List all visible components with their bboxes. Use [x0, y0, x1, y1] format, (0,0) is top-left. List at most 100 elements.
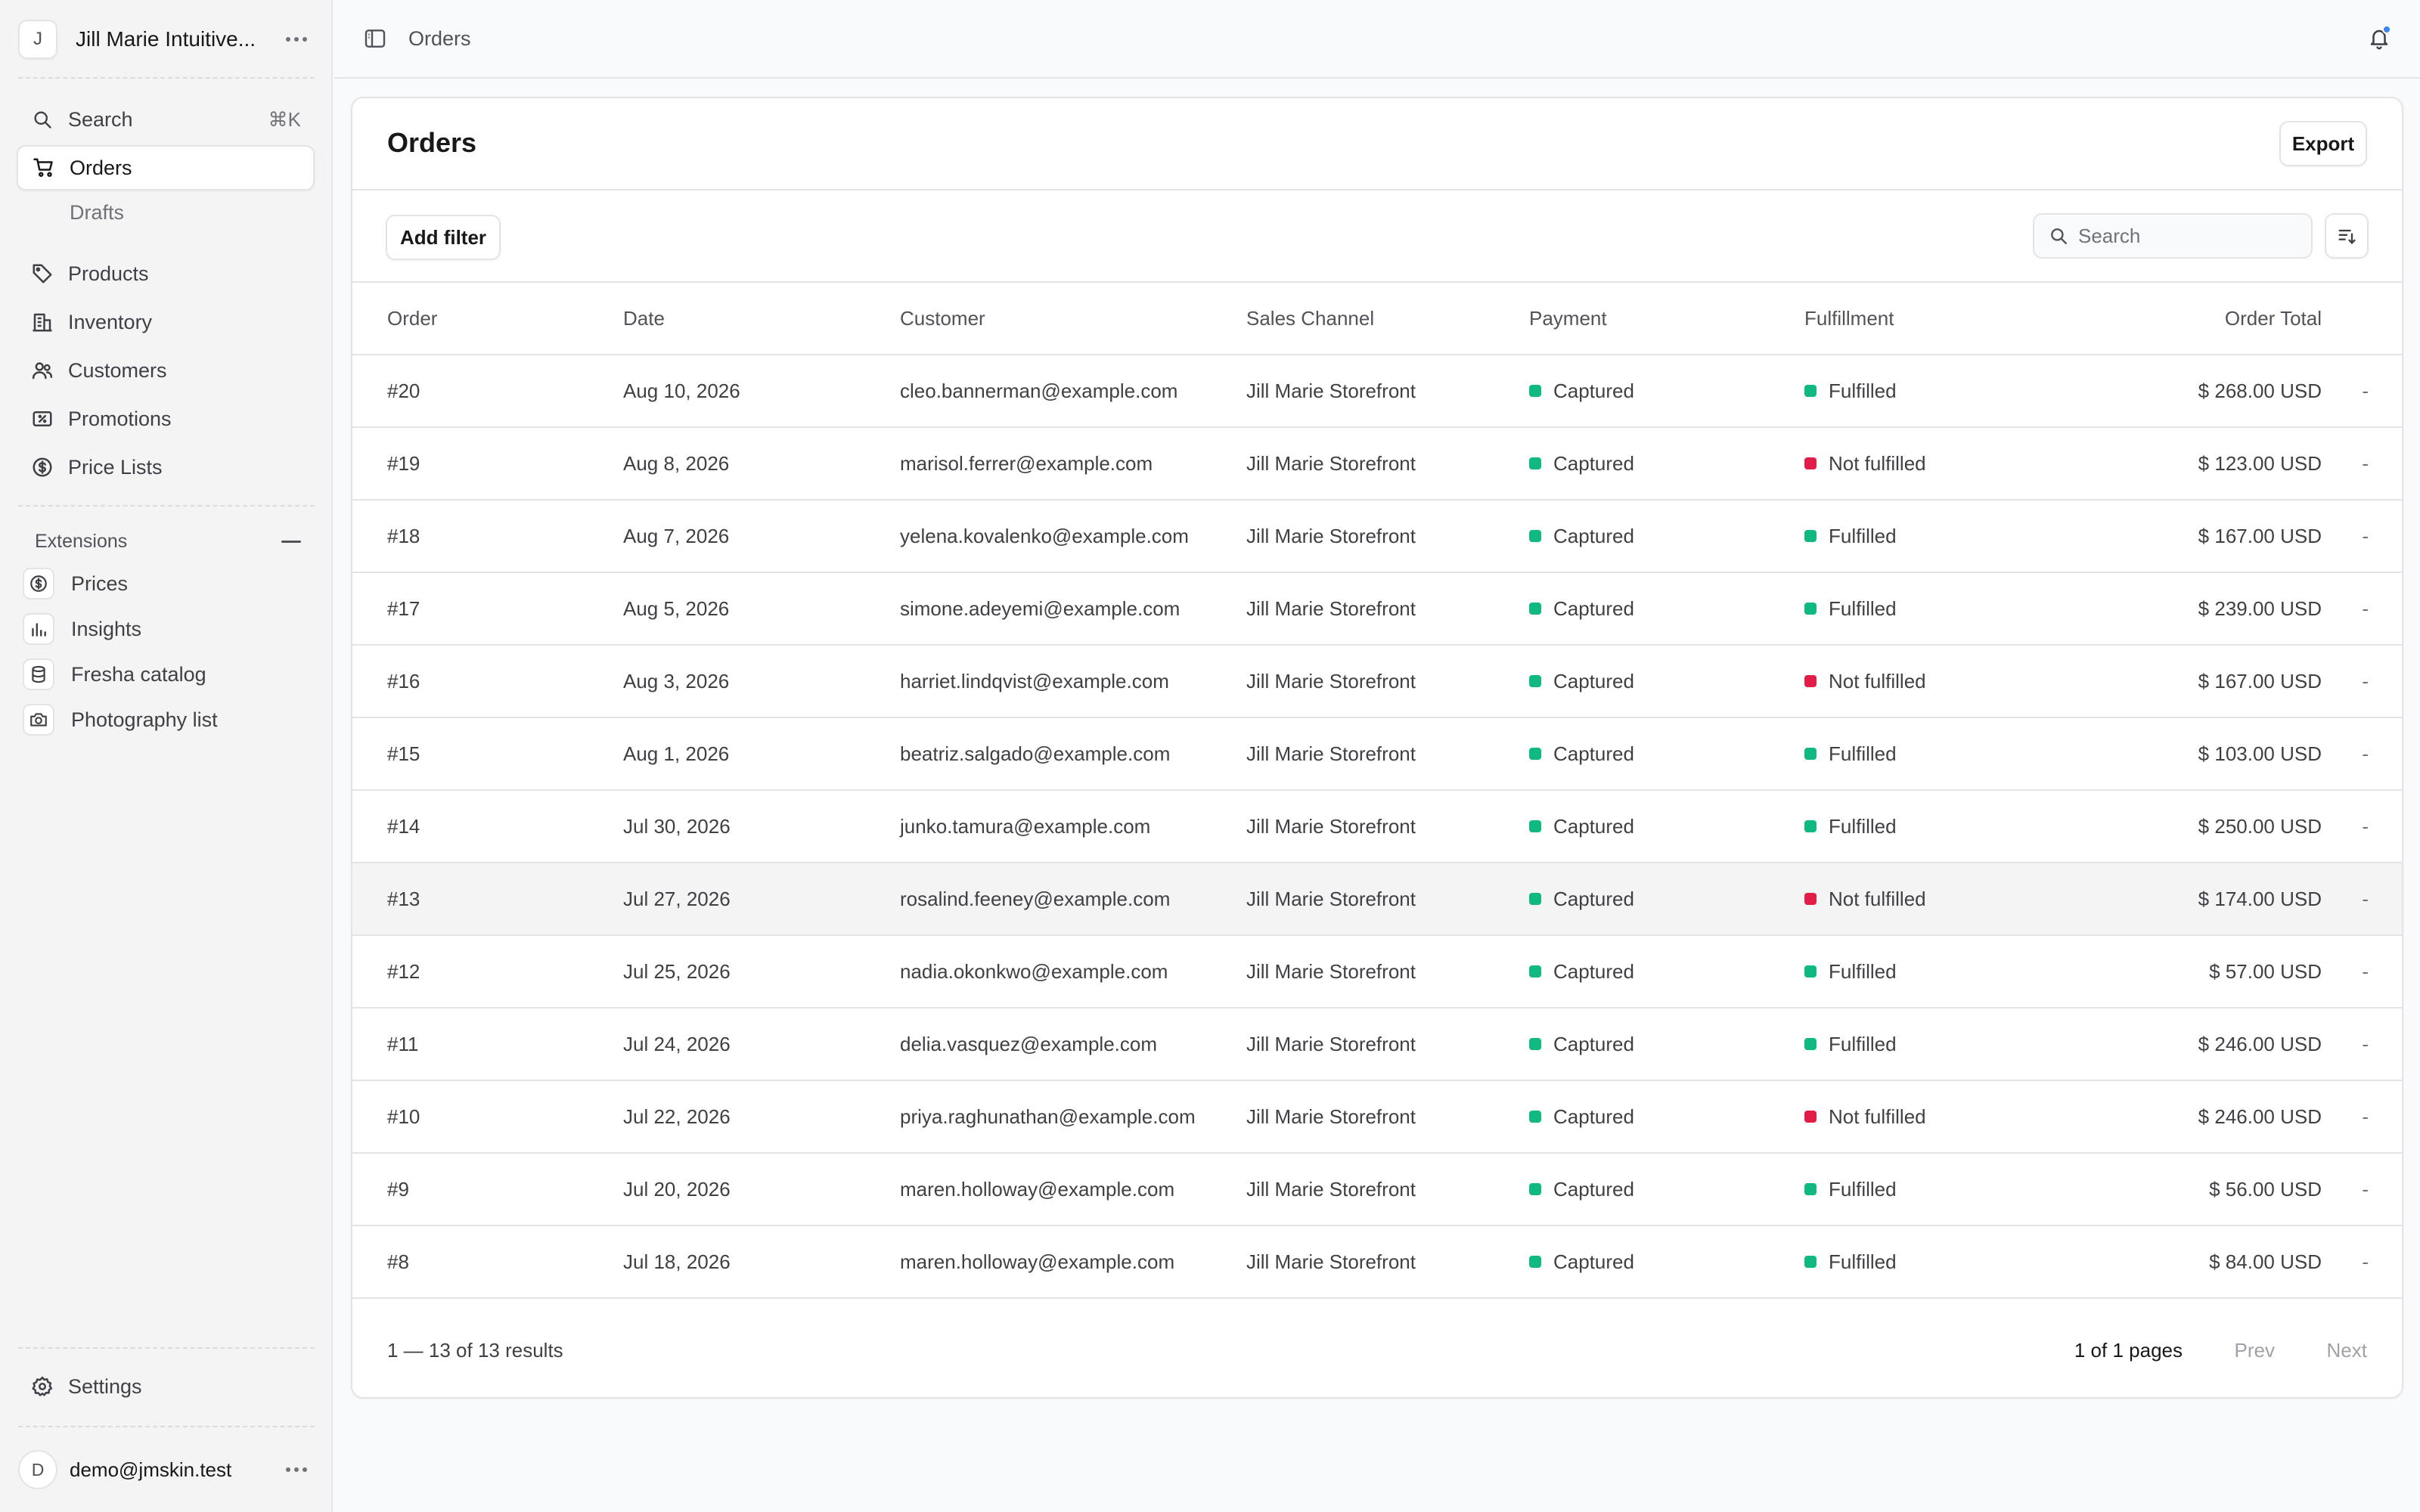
order-date: Aug 5, 2026	[623, 573, 729, 644]
extension-item-prices[interactable]: Prices	[23, 564, 310, 603]
store-menu-button[interactable]	[278, 21, 315, 57]
table-row[interactable]: #10 Jul 22, 2026 priya.raghunathan@example…	[352, 1081, 2402, 1154]
table-row[interactable]: #12 Jul 25, 2026 nadia.okonkwo@example.com…	[352, 936, 2402, 1009]
order-date: Jul 25, 2026	[623, 936, 731, 1007]
building-icon	[27, 307, 57, 337]
sidebar-toggle-icon[interactable]	[360, 23, 390, 54]
order-date: Aug 8, 2026	[623, 428, 729, 499]
table-row[interactable]: #15 Aug 1, 2026 beatriz.salgado@example.co…	[352, 718, 2402, 791]
column-header-order-total[interactable]: Order Total	[2225, 283, 2322, 354]
table-row[interactable]: #8 Jul 18, 2026 maren.holloway@example.com…	[352, 1226, 2402, 1299]
sidebar-item-settings[interactable]: Settings	[17, 1364, 315, 1409]
order-total-text: $ 174.00 USD	[2198, 887, 2322, 910]
table-row[interactable]: #17 Aug 5, 2026 simone.adeyemi@example.com…	[352, 573, 2402, 646]
sidebar-divider	[18, 505, 315, 507]
order-total-text: $ 167.00 USD	[2198, 669, 2322, 692]
notifications-button[interactable]	[2361, 20, 2397, 57]
prev-page-button[interactable]: Prev	[2235, 1302, 2275, 1397]
column-header-order[interactable]: Order	[387, 283, 437, 354]
collapse-icon[interactable]	[281, 540, 301, 543]
search-input[interactable]	[2078, 224, 2297, 248]
customer-email-text: marisol.ferrer@example.com	[900, 451, 1153, 475]
table-row[interactable]: #13 Jul 27, 2026 rosalind.feeney@example.c…	[352, 863, 2402, 936]
breadcrumb[interactable]: Orders	[408, 27, 471, 51]
sidebar-divider	[18, 77, 315, 79]
order-total-text: $ 56.00 USD	[2209, 1177, 2322, 1201]
column-header-payment[interactable]: Payment	[1529, 283, 1607, 354]
row-extra: -	[2362, 646, 2369, 717]
table-row[interactable]: #11 Jul 24, 2026 delia.vasquez@example.com…	[352, 1009, 2402, 1081]
extension-item-insights[interactable]: Insights	[23, 609, 310, 649]
sort-button[interactable]	[2325, 213, 2369, 259]
sidebar-item-promotions[interactable]: Promotions	[17, 396, 315, 442]
add-filter-button[interactable]: Add filter	[386, 215, 501, 260]
order-total: $ 84.00 USD	[2209, 1226, 2322, 1297]
customer-email: delia.vasquez@example.com	[900, 1009, 1157, 1080]
next-page-button[interactable]: Next	[2327, 1302, 2367, 1397]
table-row[interactable]: #20 Aug 10, 2026 cleo.bannerman@example.co…	[352, 355, 2402, 428]
table-row[interactable]: #19 Aug 8, 2026 marisol.ferrer@example.com…	[352, 428, 2402, 500]
order-number-text: #18	[387, 524, 420, 547]
table-row[interactable]: #9 Jul 20, 2026 maren.holloway@example.com…	[352, 1154, 2402, 1226]
sidebar-item-label: Orders	[70, 156, 132, 179]
row-extra: -	[2362, 718, 2369, 789]
column-header-fulfillment[interactable]: Fulfillment	[1804, 283, 1894, 354]
sales-channel-text: Jill Marie Storefront	[1246, 1032, 1416, 1055]
order-number-text: #9	[387, 1177, 409, 1201]
payment-status: Captured	[1529, 863, 1634, 934]
sidebar-item-products[interactable]: Products	[17, 251, 315, 296]
user-menu[interactable]: D demo@jmskin.test	[18, 1448, 315, 1491]
order-date-text: Aug 7, 2026	[623, 524, 730, 547]
order-number: #14	[387, 791, 420, 862]
column-header-customer[interactable]: Customer	[900, 283, 985, 354]
payment-status: Captured	[1529, 936, 1634, 1007]
row-extra-text: -	[2362, 959, 2369, 983]
order-number: #20	[387, 355, 420, 426]
table-row[interactable]: #16 Aug 3, 2026 harriet.lindqvist@example.…	[352, 646, 2402, 718]
sales-channel: Jill Marie Storefront	[1246, 355, 1416, 426]
payment-status-text: Captured	[1553, 524, 1634, 547]
currency-dollar-icon	[23, 568, 54, 600]
customer-email-text: cleo.bannerman@example.com	[900, 379, 1178, 402]
customer-email: yelena.kovalenko@example.com	[900, 500, 1189, 572]
order-date: Jul 18, 2026	[623, 1226, 731, 1297]
sidebar-item-orders[interactable]: Orders	[17, 145, 315, 191]
fulfillment-status-text: Not fulfilled	[1829, 669, 1926, 692]
sidebar-item-customers[interactable]: Customers	[17, 348, 315, 393]
search-field[interactable]	[2033, 213, 2313, 259]
payment-status-text: Captured	[1553, 742, 1634, 765]
column-header-sales-channel[interactable]: Sales Channel	[1246, 283, 1374, 354]
export-button[interactable]: Export	[2279, 121, 2367, 166]
status-dot-icon	[1529, 965, 1541, 978]
extensions-header[interactable]: Extensions	[35, 526, 301, 556]
order-date-text: Aug 5, 2026	[623, 596, 730, 620]
fulfillment-status-text: Fulfilled	[1829, 814, 1897, 838]
sidebar-item-drafts[interactable]: Drafts	[70, 201, 124, 225]
order-number-text: #10	[387, 1105, 420, 1128]
sidebar-item-label: Products	[68, 262, 149, 285]
row-extra-text: -	[2362, 1250, 2369, 1273]
table-row[interactable]: #18 Aug 7, 2026 yelena.kovalenko@example.c…	[352, 500, 2402, 573]
user-menu-button[interactable]	[278, 1452, 315, 1488]
column-header-date[interactable]: Date	[623, 283, 665, 354]
store-switcher[interactable]: J Jill Marie Intuitive...	[18, 18, 315, 60]
order-date: Aug 1, 2026	[623, 718, 729, 789]
sidebar-search[interactable]: Search ⌘K	[17, 97, 315, 142]
order-total: $ 167.00 USD	[2198, 646, 2322, 717]
order-total: $ 174.00 USD	[2198, 863, 2322, 934]
fulfillment-status-text: Not fulfilled	[1829, 887, 1926, 910]
customer-email: simone.adeyemi@example.com	[900, 573, 1180, 644]
payment-status: Captured	[1529, 718, 1634, 789]
status-dot-icon	[1529, 457, 1541, 469]
extension-item-photography-list[interactable]: Photography list	[23, 700, 310, 739]
row-extra: -	[2362, 1009, 2369, 1080]
currency-dollar-icon	[27, 452, 57, 482]
extension-item-fresha-catalog[interactable]: Fresha catalog	[23, 655, 310, 694]
sidebar-item-inventory[interactable]: Inventory	[17, 299, 315, 345]
customer-email: maren.holloway@example.com	[900, 1226, 1174, 1297]
sidebar-item-price-lists[interactable]: Price Lists	[17, 445, 315, 490]
status-dot-icon	[1804, 530, 1817, 542]
customer-email: marisol.ferrer@example.com	[900, 428, 1153, 499]
sidebar-item-label: Settings	[68, 1374, 142, 1398]
table-row[interactable]: #14 Jul 30, 2026 junko.tamura@example.com J…	[352, 791, 2402, 863]
